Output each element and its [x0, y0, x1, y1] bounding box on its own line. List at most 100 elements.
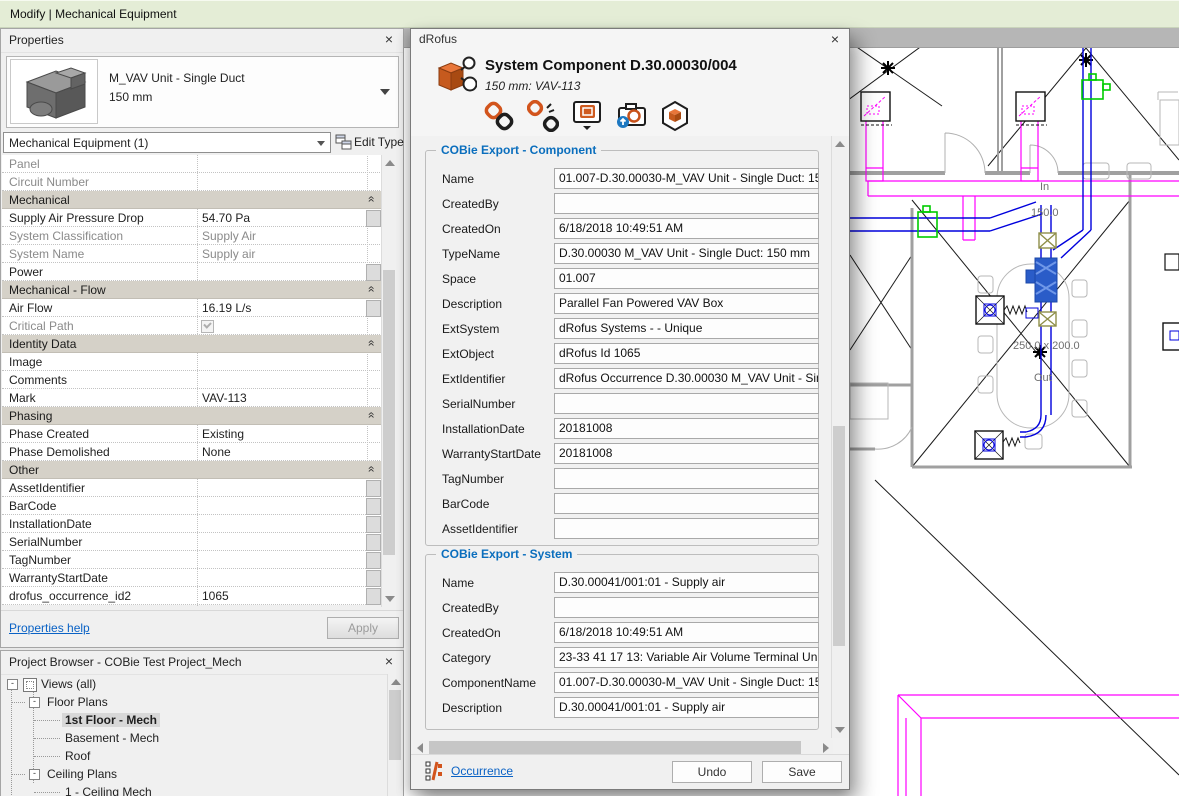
property-group-header[interactable]: Identity Data»	[2, 335, 382, 353]
property-row[interactable]: System ClassificationSupply Air	[2, 227, 382, 245]
dialog-titlebar[interactable]: dRofus ×	[411, 29, 849, 51]
text-input[interactable]: D.30.00041/001:01 - Supply air	[554, 697, 819, 718]
undo-button[interactable]: Undo	[672, 761, 752, 783]
element-filter-combo[interactable]: Mechanical Equipment (1)	[3, 132, 331, 153]
text-input[interactable]	[554, 468, 819, 489]
type-selector-dropdown-icon[interactable]	[380, 89, 390, 95]
camera-upload-icon[interactable]	[615, 100, 647, 132]
cobie-component-group: COBie Export - Component Name01.007-D.30…	[425, 150, 819, 546]
model-box-icon[interactable]	[659, 100, 691, 132]
property-row[interactable]: BarCode	[2, 497, 382, 515]
property-row[interactable]: Power	[2, 263, 382, 281]
tree-item-1-ceiling-mech[interactable]: 1 - Ceiling Mech	[3, 783, 387, 796]
text-input[interactable]	[554, 518, 819, 539]
air-terminals	[975, 254, 1179, 459]
property-row[interactable]: AssetIdentifier	[2, 479, 382, 497]
text-input[interactable]	[554, 597, 819, 618]
property-group-header[interactable]: Other»	[2, 461, 382, 479]
text-input[interactable]: dRofus Occurrence D.30.00030 M_VAV Unit …	[554, 368, 819, 389]
text-input[interactable]: D.30.00041/001:01 - Supply air	[554, 572, 819, 593]
dialog-horizontal-scrollbar[interactable]	[413, 740, 833, 755]
property-group-header[interactable]: Phasing»	[2, 407, 382, 425]
text-input[interactable]: D.30.00030 M_VAV Unit - Single Duct: 150…	[554, 243, 819, 264]
property-row[interactable]: System NameSupply air	[2, 245, 382, 263]
collapse-box-icon[interactable]: -	[7, 679, 18, 690]
scroll-down-icon[interactable]	[835, 727, 845, 733]
screen-capture-icon[interactable]	[571, 100, 603, 132]
contextual-tab-label: Modify | Mechanical Equipment	[10, 7, 177, 21]
property-row[interactable]: Comments	[2, 371, 382, 389]
walls	[850, 48, 1179, 467]
collapse-icon: »	[364, 340, 378, 347]
scroll-up-icon[interactable]	[835, 141, 845, 147]
project-browser-header[interactable]: Project Browser - COBie Test Project_Mec…	[1, 651, 403, 675]
property-row[interactable]: Image	[2, 353, 382, 371]
properties-scrollbar[interactable]	[381, 155, 397, 607]
property-group-header[interactable]: Mechanical»	[2, 191, 382, 209]
properties-title: Properties	[9, 33, 64, 47]
text-input[interactable]: 6/18/2018 10:49:51 AM	[554, 218, 819, 239]
property-row[interactable]: Critical Path	[2, 317, 382, 335]
field-row: ExtObjectdRofus Id 1065	[426, 342, 818, 367]
close-icon[interactable]: ×	[827, 31, 843, 47]
text-input[interactable]	[554, 193, 819, 214]
tree-item-floor-plans[interactable]: - Floor Plans	[3, 693, 387, 711]
collapse-box-icon[interactable]: -	[29, 769, 40, 780]
properties-panel: Properties × M_VAV Unit - Single Duct 15…	[0, 28, 404, 648]
field-row: TagNumber	[426, 467, 818, 492]
text-input[interactable]	[554, 493, 819, 514]
property-row[interactable]: Panel	[2, 155, 382, 173]
property-row[interactable]: Air Flow16.19 L/s	[2, 299, 382, 317]
tree-item-1st-floor-mech[interactable]: 1st Floor - Mech	[3, 711, 387, 729]
close-icon[interactable]: ×	[381, 31, 397, 47]
text-input[interactable]: 6/18/2018 10:49:51 AM	[554, 622, 819, 643]
property-group-header[interactable]: Mechanical - Flow»	[2, 281, 382, 299]
tree-item-basement-mech[interactable]: Basement - Mech	[3, 729, 387, 747]
out-label: Out	[1034, 372, 1052, 384]
property-row[interactable]: SerialNumber	[2, 533, 382, 551]
collapse-box-icon[interactable]: -	[29, 697, 40, 708]
property-row[interactable]: InstallationDate	[2, 515, 382, 533]
property-row[interactable]: TagNumber	[2, 551, 382, 569]
edit-type-button[interactable]: Edit Type	[334, 132, 404, 153]
scroll-right-icon[interactable]	[823, 743, 829, 753]
unlink-icon[interactable]	[527, 100, 559, 132]
browser-scrollbar[interactable]	[387, 674, 403, 796]
property-row[interactable]: WarrantyStartDate	[2, 569, 382, 587]
scroll-left-icon[interactable]	[417, 743, 423, 753]
scroll-up-icon[interactable]	[385, 160, 395, 166]
text-input[interactable]: 01.007-D.30.00030-M_VAV Unit - Single Du…	[554, 168, 819, 189]
scroll-up-icon[interactable]	[391, 679, 401, 685]
apply-button[interactable]: Apply	[327, 617, 399, 639]
text-input[interactable]	[554, 393, 819, 414]
properties-header[interactable]: Properties ×	[1, 29, 403, 53]
text-input[interactable]: 20181008	[554, 418, 819, 439]
scroll-down-icon[interactable]	[385, 596, 395, 602]
property-row[interactable]: Circuit Number	[2, 173, 382, 191]
occurrence-link[interactable]: Occurrence	[451, 764, 513, 778]
text-input[interactable]: Parallel Fan Powered VAV Box	[554, 293, 819, 314]
close-icon[interactable]: ×	[381, 653, 397, 669]
tree-item-views-all[interactable]: - Views (all)	[3, 675, 387, 693]
text-input[interactable]: 01.007-D.30.00030-M_VAV Unit - Single Du…	[554, 672, 819, 693]
text-input[interactable]: 01.007	[554, 268, 819, 289]
text-input[interactable]: 20181008	[554, 443, 819, 464]
text-input[interactable]: 23-33 41 17 13: Variable Air Volume Term…	[554, 647, 819, 668]
text-input[interactable]: dRofus Systems - - Unique	[554, 318, 819, 339]
drofus-dialog: dRofus × System Component D.30.00030/004…	[410, 28, 850, 790]
link-icon[interactable]	[483, 100, 515, 132]
property-row[interactable]: Phase DemolishedNone	[2, 443, 382, 461]
property-row[interactable]: Supply Air Pressure Drop54.70 Pa	[2, 209, 382, 227]
property-row[interactable]: drofus_occurrence_id21065	[2, 587, 382, 605]
critical-path-checkbox[interactable]	[201, 320, 214, 333]
dialog-scrollbar[interactable]	[831, 136, 847, 738]
type-selector[interactable]: M_VAV Unit - Single Duct 150 mm	[6, 56, 399, 128]
properties-help-link[interactable]: Properties help	[9, 621, 90, 635]
tree-item-roof[interactable]: Roof	[3, 747, 387, 765]
text-input[interactable]: dRofus Id 1065	[554, 343, 819, 364]
tree-item-ceiling-plans[interactable]: - Ceiling Plans	[3, 765, 387, 783]
property-row[interactable]: MarkVAV-113	[2, 389, 382, 407]
save-button[interactable]: Save	[762, 761, 842, 783]
property-row[interactable]: Phase CreatedExisting	[2, 425, 382, 443]
selected-vav-unit[interactable]	[1026, 258, 1057, 302]
